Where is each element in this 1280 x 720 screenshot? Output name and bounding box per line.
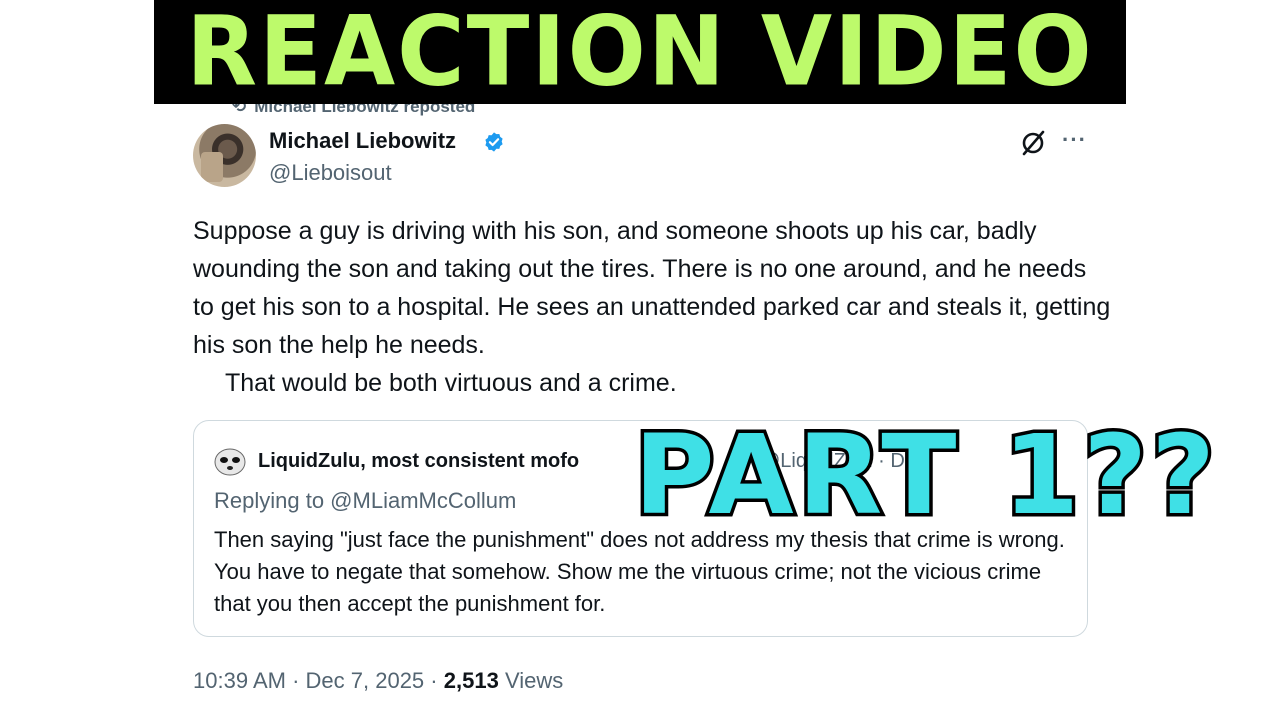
reaction-video-banner: REACTION VIDEO: [154, 0, 1126, 104]
views-label: Views: [504, 668, 564, 693]
replying-to[interactable]: Replying to @MLiamMcCollum: [214, 488, 516, 514]
tweet-meta: 10:39 AM · Dec 7, 2025 · 2,513 Views: [193, 668, 563, 694]
quoted-author-avatar: [214, 448, 246, 476]
views-count: 2,513: [443, 668, 499, 693]
more-options-icon[interactable]: ···: [1062, 127, 1087, 153]
tweet-paragraph-2: That would be both virtuous and a crime.: [225, 369, 677, 397]
grok-icon[interactable]: [1019, 129, 1047, 157]
tweet-time[interactable]: 10:39 AM: [193, 668, 286, 693]
author-name[interactable]: Michael Liebowitz: [269, 128, 456, 154]
tweet-text: Suppose a guy is driving with his son, a…: [193, 212, 1113, 402]
author-avatar[interactable]: [193, 124, 256, 187]
banner-text: REACTION VIDEO: [186, 0, 1094, 108]
verified-badge-icon: [485, 132, 503, 152]
quoted-author-name[interactable]: LiquidZulu, most consistent mofo: [258, 450, 579, 473]
part-overlay-text: PART 1??: [631, 411, 1219, 539]
tweet-date[interactable]: Dec 7, 2025: [306, 668, 425, 693]
meta-separator: ·: [292, 668, 306, 693]
meta-separator: ·: [430, 668, 444, 693]
tweet-paragraph-1: Suppose a guy is driving with his son, a…: [193, 217, 1111, 359]
author-handle[interactable]: @Lieboisout: [269, 160, 392, 186]
